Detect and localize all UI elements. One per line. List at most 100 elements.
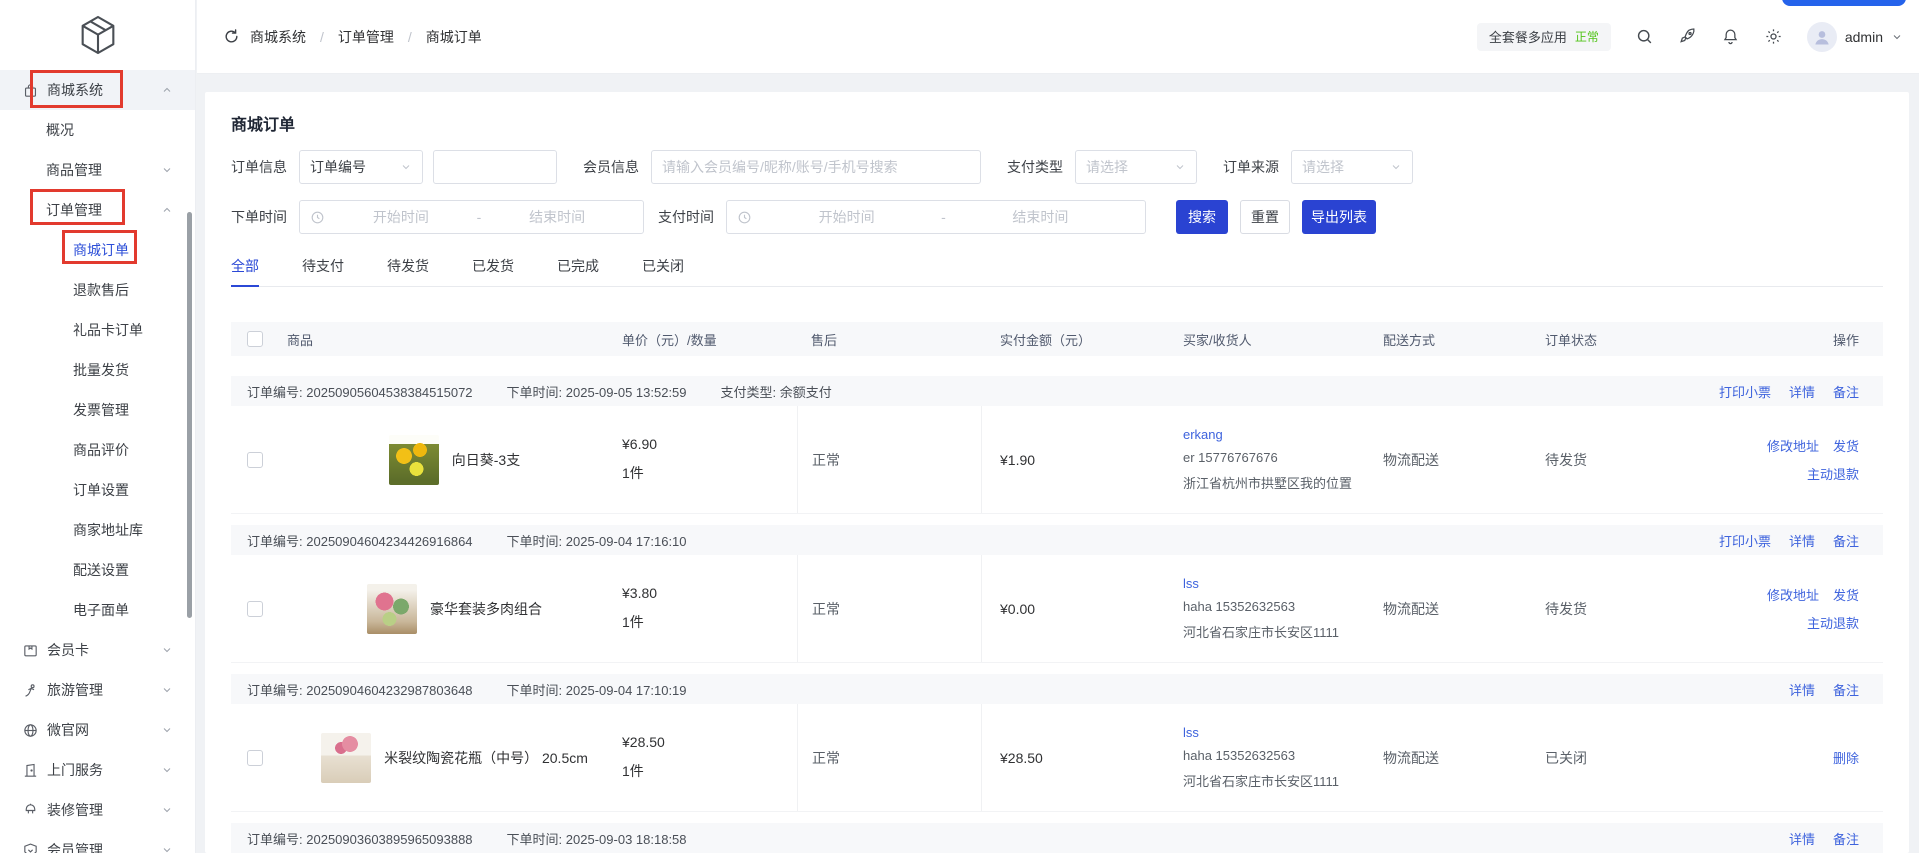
tab-closed[interactable]: 已关闭 [642,256,684,286]
chevron-down-icon [161,844,173,853]
start-time-placeholder: 开始时间 [325,207,477,227]
search-icon[interactable] [1635,27,1654,46]
delete-link[interactable]: 删除 [1833,748,1859,767]
sidebar-item-refund-aftersale[interactable]: 退款售后 [0,270,195,310]
note-link[interactable]: 备注 [1833,829,1859,848]
sidebar-item-mall-orders[interactable]: 商城订单 [0,230,195,270]
pay-type-select[interactable]: 请选择 [1075,150,1197,184]
sidebar-item-order-settings[interactable]: 订单设置 [0,470,195,510]
breadcrumb-item[interactable]: 订单管理 [338,27,394,47]
product-image [367,584,417,634]
order-product-row: 向日葵-3支 ¥6.90 1件 正常 ¥1.90 erkang er 15776… [231,406,1883,514]
buyer-contact: er 15776767676 [1183,450,1367,465]
tab-completed[interactable]: 已完成 [557,256,599,286]
order-no-label: 订单编号: [247,534,303,549]
order-time-label: 下单时间 [231,207,287,227]
edit-address-link[interactable]: 修改地址 [1767,436,1819,455]
refresh-icon[interactable] [223,28,240,45]
note-link[interactable]: 备注 [1833,531,1859,550]
detail-link[interactable]: 详情 [1789,680,1815,699]
username: admin [1845,29,1883,45]
sidebar-item-door-service[interactable]: 上门服务 [0,750,195,790]
ship-link[interactable]: 发货 [1833,585,1859,604]
clock-icon [737,210,752,225]
product-qty: 1件 [622,761,797,781]
avatar [1807,22,1837,52]
chevron-down-icon [400,161,412,173]
ship-link[interactable]: 发货 [1833,436,1859,455]
search-button[interactable]: 搜索 [1176,200,1228,234]
sidebar-item-merchant-address[interactable]: 商家地址库 [0,510,195,550]
sidebar-item-product-mgmt[interactable]: 商品管理 [0,150,195,190]
order-status: 已关闭 [1545,748,1697,768]
sidebar-item-label: 电子面单 [73,600,129,620]
edit-address-link[interactable]: 修改地址 [1767,585,1819,604]
sidebar-item-batch-shipping[interactable]: 批量发货 [0,350,195,390]
sidebar-item-label: 微官网 [47,720,89,740]
plan-badge[interactable]: 全套餐多应用 正常 [1477,23,1611,51]
sidebar-item-delivery-settings[interactable]: 配送设置 [0,550,195,590]
order-time: 2025-09-04 17:16:10 [566,534,687,549]
sidebar-item-label: 装修管理 [47,800,103,820]
reset-button[interactable]: 重置 [1240,200,1290,234]
order-time: 2025-09-03 18:18:58 [566,832,687,847]
order-no: 20250903603895965093888 [306,832,472,847]
row-checkbox[interactable] [247,750,263,766]
chevron-down-icon [1174,161,1186,173]
breadcrumb-item[interactable]: 商城订单 [426,27,482,47]
note-link[interactable]: 备注 [1833,680,1859,699]
order-source-select[interactable]: 请选择 [1291,150,1413,184]
order-number-input[interactable] [433,150,557,184]
sidebar-item-label: 批量发货 [73,360,129,380]
col-actions: 操作 [1697,330,1883,349]
sidebar-item-product-reviews[interactable]: 商品评价 [0,430,195,470]
buyer-name-link[interactable]: erkang [1183,427,1367,442]
print-receipt-link[interactable]: 打印小票 [1719,531,1771,550]
sidebar-item-order-mgmt[interactable]: 订单管理 [0,190,195,230]
export-list-button[interactable]: 导出列表 [1302,200,1376,234]
tab-all[interactable]: 全部 [231,256,259,286]
sidebar-item-member-mgmt[interactable]: 会员管理 [0,830,195,853]
pay-time-range-picker[interactable]: 开始时间 - 结束时间 [726,200,1146,234]
sidebar-item-invoice-mgmt[interactable]: 发票管理 [0,390,195,430]
sidebar-item-micro-site[interactable]: 微官网 [0,710,195,750]
col-paid-amount: 实付金额（元） [982,330,1167,349]
sidebar-item-giftcard-orders[interactable]: 礼品卡订单 [0,310,195,350]
breadcrumb-item[interactable]: 商城系统 [250,27,306,47]
cube-logo-icon [75,12,121,58]
row-checkbox[interactable] [247,452,263,468]
user-menu[interactable]: admin [1807,22,1903,52]
sidebar-item-overview[interactable]: 概况 [0,110,195,150]
sidebar-item-mall-system[interactable]: 商城系统 [0,70,195,110]
note-link[interactable]: 备注 [1833,382,1859,401]
tab-pending-shipment[interactable]: 待发货 [387,256,429,286]
topbar-actions: 全套餐多应用 正常 admin [1477,22,1903,52]
app-logo[interactable] [0,0,195,70]
order-info-type-select[interactable]: 订单编号 [299,150,423,184]
tab-shipped[interactable]: 已发货 [472,256,514,286]
buyer-name-link[interactable]: lss [1183,725,1367,740]
print-receipt-link[interactable]: 打印小票 [1719,382,1771,401]
row-checkbox[interactable] [247,601,263,617]
pay-type-placeholder: 请选择 [1086,157,1128,177]
col-price-qty: 单价（元）/数量 [622,330,797,349]
gear-icon[interactable] [1764,27,1783,46]
refund-link[interactable]: 主动退款 [1807,613,1859,632]
select-all-checkbox[interactable] [247,331,263,347]
detail-link[interactable]: 详情 [1789,531,1815,550]
tab-pending-payment[interactable]: 待支付 [302,256,344,286]
sidebar-item-member-card[interactable]: 会员卡 [0,630,195,670]
rocket-icon[interactable] [1678,27,1697,46]
member-search-input[interactable] [651,150,981,184]
buyer-name-link[interactable]: lss [1183,576,1367,591]
col-status: 订单状态 [1527,330,1697,349]
sidebar-item-travel-mgmt[interactable]: 旅游管理 [0,670,195,710]
bell-icon[interactable] [1721,27,1740,46]
sidebar-item-decor-mgmt[interactable]: 装修管理 [0,790,195,830]
sidebar-item-e-waybill[interactable]: 电子面单 [0,590,195,630]
sidebar-scrollbar[interactable] [187,212,192,618]
refund-link[interactable]: 主动退款 [1807,464,1859,483]
detail-link[interactable]: 详情 [1789,829,1815,848]
order-time-range-picker[interactable]: 开始时间 - 结束时间 [299,200,644,234]
detail-link[interactable]: 详情 [1789,382,1815,401]
